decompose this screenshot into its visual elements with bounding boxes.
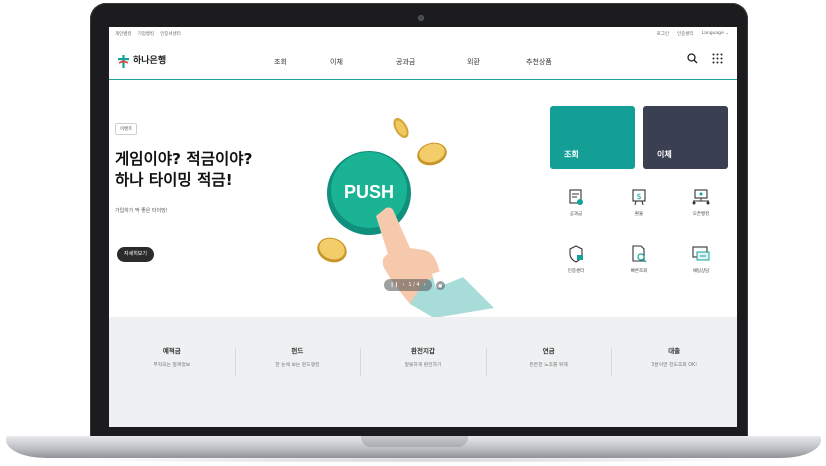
next-arrow-icon[interactable]: ›: [424, 282, 426, 288]
quick-open-banking-label: 오픈뱅킹: [692, 212, 710, 217]
carousel-pager: ❙❙ ‹ 1 / 4 › ■: [384, 279, 445, 291]
util-link-personal[interactable]: 개인뱅킹: [115, 31, 132, 37]
category-title: 펀드: [291, 347, 304, 355]
bill-icon: [569, 189, 583, 205]
category-desc: 든든한 노후를 위해: [529, 363, 568, 368]
quick-chat-label: 채팅상담: [692, 269, 710, 274]
category-desc: 한 눈에 보는 펀드랭킹: [275, 363, 320, 368]
detail-button[interactable]: 자세히보기: [117, 247, 155, 262]
category-title: 연금: [542, 347, 555, 355]
quick-search-icon: [632, 245, 647, 263]
quick-exchange-rate-label: 환율: [634, 212, 644, 217]
menu-item-recommended[interactable]: 추천상품: [526, 57, 576, 67]
push-label: PUSH: [344, 182, 394, 202]
play-toggle-icon[interactable]: ■: [435, 280, 445, 290]
laptop-base-notch: [361, 436, 468, 447]
hero-title: 게임이야? 적금이야? 하나 타이밍 적금!: [115, 150, 253, 189]
prev-arrow-icon[interactable]: ‹: [402, 282, 404, 288]
category-desc: 알뜰하게 환전하기: [404, 363, 442, 368]
category-savings[interactable]: 예적금 부자되는 알짜정보: [109, 345, 235, 368]
category-desc: 부자되는 알짜정보: [153, 363, 191, 368]
tile-inquiry[interactable]: 조회: [550, 106, 635, 169]
category-fund[interactable]: 펀드 한 눈에 보는 펀드랭킹: [234, 345, 361, 376]
category-loan[interactable]: 대출 3분이면 한도조회 OK!: [611, 345, 737, 376]
browser-screen: 개인뱅킹 기업뱅킹 인증서센터 로그인 인증센터 Language ⌄ 하나은행…: [109, 27, 737, 427]
language-selector[interactable]: Language ⌄: [702, 31, 729, 37]
chat-icon: [692, 246, 710, 261]
grid-menu-icon[interactable]: [712, 53, 723, 64]
pause-icon[interactable]: ❙❙: [390, 282, 398, 288]
menu-item-transfer[interactable]: 이체: [330, 57, 370, 67]
menu-item-inquiry[interactable]: 조회: [274, 57, 314, 67]
category-title: 대출: [668, 347, 681, 355]
menu-item-foreign-exchange[interactable]: 외환: [467, 57, 507, 67]
quick-exchange-rate[interactable]: $ 환율: [609, 188, 669, 217]
quick-certificate[interactable]: 인증센터: [546, 245, 606, 274]
hana-logo-icon: [117, 53, 130, 68]
laptop-shadow: [60, 457, 770, 463]
quick-fast-search[interactable]: 빠른조회: [609, 245, 669, 274]
category-title: 예적금: [162, 347, 181, 355]
brand-name: 하나은행: [133, 56, 167, 66]
quick-certificate-label: 인증센터: [567, 269, 585, 274]
webcam-icon: [418, 15, 424, 21]
event-badge: 이벤트: [115, 123, 138, 135]
pager-text: 1 / 4: [408, 282, 420, 288]
quick-bill-label: 공과금: [569, 212, 583, 217]
exchange-rate-icon: $: [632, 189, 646, 206]
util-link-corporate[interactable]: 기업뱅킹: [138, 31, 155, 37]
quick-open-banking[interactable]: 오픈뱅킹: [671, 188, 731, 217]
category-pension[interactable]: 연금 든든한 노후를 위해: [485, 345, 612, 376]
carousel-controls: ❙❙ ‹ 1 / 4 ›: [384, 279, 432, 291]
login-link[interactable]: 로그인: [657, 31, 669, 37]
open-banking-icon: [692, 189, 710, 205]
brand-logo[interactable]: 하나은행: [117, 53, 167, 68]
tile-inquiry-label: 조회: [564, 150, 579, 159]
shield-certificate-icon: [569, 245, 583, 263]
tile-transfer[interactable]: 이체: [643, 106, 728, 169]
tile-transfer-label: 이체: [657, 150, 672, 159]
category-exchange-wallet[interactable]: 환전지갑 알뜰하게 환전하기: [360, 345, 486, 376]
product-category-strip: 예적금 부자되는 알짜정보 펀드 한 눈에 보는 펀드랭킹 환전지갑 알뜰하게 …: [109, 317, 737, 427]
utility-bar: 개인뱅킹 기업뱅킹 인증서센터 로그인 인증센터 Language ⌄: [109, 27, 737, 41]
util-link-certificate[interactable]: 인증서센터: [160, 31, 181, 37]
quick-bill[interactable]: 공과금: [546, 188, 606, 217]
hero-banner: 이벤트 게임이야? 적금이야? 하나 타이밍 적금! 가입하기 딱 좋은 타이밍…: [109, 80, 737, 318]
quick-chat[interactable]: 채팅상담: [671, 245, 731, 274]
category-title: 환전지갑: [411, 347, 435, 355]
search-icon[interactable]: [687, 53, 698, 64]
svg-text:$: $: [636, 192, 641, 201]
hero-subtitle: 가입하기 딱 좋은 타이밍!: [115, 208, 168, 214]
auth-center-link[interactable]: 인증센터: [677, 31, 694, 37]
main-navigation: 하나은행 조회 이체 공과금 외환 추천상품: [109, 41, 737, 80]
quick-fast-search-label: 빠른조회: [630, 269, 648, 274]
category-desc: 3분이면 한도조회 OK!: [651, 363, 698, 368]
menu-item-utility-bills[interactable]: 공과금: [396, 57, 436, 67]
